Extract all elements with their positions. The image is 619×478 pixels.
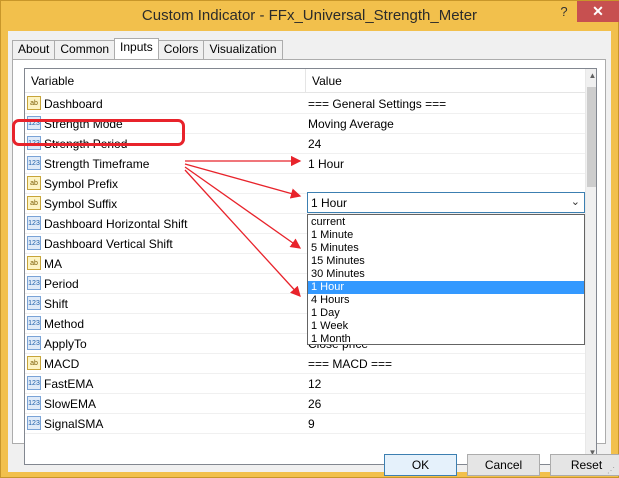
row-value[interactable]: 12 [308, 377, 321, 391]
row-variable: Method [44, 317, 85, 331]
number-type-icon: 123 [27, 396, 41, 410]
dropdown-option[interactable]: 4 Hours [308, 294, 584, 307]
string-type-icon: ab [27, 96, 41, 110]
row-variable: FastEMA [44, 377, 94, 391]
dropdown-option[interactable]: 1 Minute [308, 229, 584, 242]
row-variable: Dashboard [44, 97, 103, 111]
dropdown-option[interactable]: 15 Minutes [308, 255, 584, 268]
scroll-up-arrow-icon[interactable]: ▲ [587, 71, 596, 85]
string-type-icon: ab [27, 256, 41, 270]
number-type-icon: 123 [27, 156, 41, 170]
tab-inputs[interactable]: Inputs [114, 38, 159, 59]
close-button[interactable]: ✕ [577, 1, 619, 22]
row-variable: Symbol Suffix [44, 197, 118, 211]
number-type-icon: 123 [27, 216, 41, 230]
header-variable[interactable]: Variable [31, 74, 74, 88]
header-divider[interactable] [305, 69, 306, 93]
dropdown-option[interactable]: 1 Hour [308, 281, 584, 294]
table-row[interactable]: 123 FastEMA 12 [25, 374, 585, 394]
dropdown-option[interactable]: 1 Month [308, 333, 584, 346]
table-row[interactable]: 123 Strength Timeframe 1 Hour [25, 154, 585, 174]
row-value[interactable]: 26 [308, 397, 321, 411]
number-type-icon: 123 [27, 376, 41, 390]
table-row[interactable]: 123 SlowEMA 26 [25, 394, 585, 414]
grid-scrollbar[interactable]: ▲ ▼ [585, 69, 596, 464]
number-type-icon: 123 [27, 316, 41, 330]
inputs-panel: Variable Value ab Dashboard === General Se… [12, 59, 606, 465]
row-variable: ApplyTo [44, 337, 87, 351]
row-variable: Period [44, 277, 79, 291]
row-value[interactable]: Moving Average [308, 117, 394, 131]
help-button[interactable]: ? [551, 2, 577, 22]
chevron-down-icon[interactable]: ⌄ [571, 195, 580, 208]
row-variable: SignalSMA [44, 417, 104, 431]
tab-visualization[interactable]: Visualization [203, 40, 283, 59]
tab-strip: About Common Inputs Colors Visualization [12, 38, 283, 59]
row-variable: Symbol Prefix [44, 177, 119, 191]
number-type-icon: 123 [27, 296, 41, 310]
number-type-icon: 123 [27, 236, 41, 250]
row-variable: Dashboard Vertical Shift [44, 237, 173, 251]
row-value[interactable]: === General Settings === [308, 97, 446, 111]
strength-timeframe-select[interactable]: 1 Hour ⌄ [307, 192, 585, 213]
row-variable: MA [44, 257, 62, 271]
table-row[interactable]: ab MACD === MACD === [25, 354, 585, 374]
table-row[interactable]: ab Symbol Prefix [25, 174, 585, 194]
row-variable: Strength Timeframe [44, 157, 150, 171]
number-type-icon: 123 [27, 336, 41, 350]
annotation-highlight-box [12, 119, 185, 146]
dropdown-option[interactable]: 30 Minutes [308, 268, 584, 281]
grid-header: Variable Value [25, 69, 585, 93]
tab-about[interactable]: About [12, 40, 56, 59]
resize-grip-icon[interactable]: ⋰ [607, 466, 617, 476]
row-variable: MACD [44, 357, 80, 371]
dropdown-option[interactable]: 1 Day [308, 307, 584, 320]
row-value[interactable]: === MACD === [308, 357, 392, 371]
scroll-thumb[interactable] [587, 87, 596, 187]
tab-common[interactable]: Common [54, 40, 116, 59]
window-title: Custom Indicator - FFx_Universal_Strengt… [141, 7, 478, 24]
dialog-client-area: About Common Inputs Colors Visualization… [8, 31, 619, 476]
row-value[interactable]: 9 [308, 417, 315, 431]
row-value[interactable]: 1 Hour [308, 157, 344, 171]
row-value[interactable]: 24 [308, 137, 321, 151]
number-type-icon: 123 [27, 416, 41, 430]
string-type-icon: ab [27, 196, 41, 210]
table-row[interactable]: ab Dashboard === General Settings === [25, 94, 585, 114]
tab-colors[interactable]: Colors [157, 40, 205, 59]
dropdown-option[interactable]: current [308, 216, 584, 229]
timeframe-dropdown-list: current 1 Minute 5 Minutes 15 Minutes 30 Min… [307, 214, 585, 345]
string-type-icon: ab [27, 356, 41, 370]
number-type-icon: 123 [27, 276, 41, 290]
title-bar[interactable]: Custom Indicator - FFx_Universal_Strengt… [1, 1, 619, 31]
ok-button[interactable]: OK [384, 454, 457, 476]
table-row[interactable]: 123 SignalSMA 9 [25, 414, 585, 434]
cancel-button[interactable]: Cancel [467, 454, 540, 476]
row-variable: SlowEMA [44, 397, 97, 411]
dropdown-option[interactable]: 5 Minutes [308, 242, 584, 255]
header-value[interactable]: Value [312, 74, 342, 88]
dialog-window: Custom Indicator - FFx_Universal_Strengt… [0, 0, 619, 478]
row-variable: Shift [44, 297, 69, 311]
string-type-icon: ab [27, 176, 41, 190]
dropdown-option[interactable]: 1 Week [308, 320, 584, 333]
select-value: 1 Hour [311, 196, 348, 210]
row-variable: Dashboard Horizontal Shift [44, 217, 188, 231]
